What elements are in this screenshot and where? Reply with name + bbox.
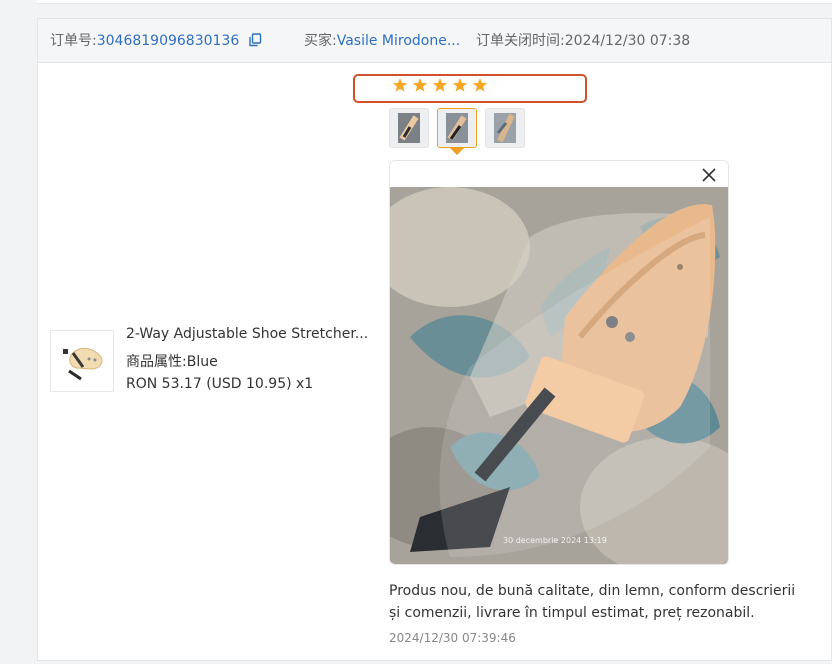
star-icon bbox=[392, 78, 408, 92]
product-price: RON 53.17 (USD 10.95) x1 bbox=[126, 376, 314, 392]
buyer-label: 买家: bbox=[304, 33, 337, 49]
buyer-name-link[interactable]: Vasile Mirodone... bbox=[337, 33, 460, 49]
star-rating bbox=[392, 77, 488, 93]
product-attribute: 商品属性:Blue bbox=[126, 354, 218, 370]
star-icon bbox=[412, 78, 428, 92]
close-icon[interactable] bbox=[700, 166, 718, 184]
review-timestamp: 2024/12/30 07:39:46 bbox=[389, 631, 516, 645]
review-thumbnail-1[interactable] bbox=[389, 108, 429, 148]
review-photo[interactable]: 30 decembrie 2024 13:19 bbox=[390, 187, 728, 565]
order-close-time: 订单关闭时间:2024/12/30 07:38 bbox=[476, 33, 691, 49]
order-header: 订单号:3046819096830136 买家:Vasile Mirodone.… bbox=[38, 19, 831, 63]
product-title[interactable]: 2-Way Adjustable Shoe Stretcher... bbox=[126, 326, 368, 342]
product-image[interactable] bbox=[50, 330, 114, 392]
review-text: Produs nou, de bună calitate, din lemn, … bbox=[389, 583, 796, 621]
review-thumbnail-3[interactable] bbox=[485, 108, 525, 148]
star-icon bbox=[452, 78, 468, 92]
star-icon bbox=[472, 78, 488, 92]
review-thumbnail-2[interactable] bbox=[437, 108, 477, 148]
order-number-label: 订单号: bbox=[50, 33, 97, 49]
active-thumbnail-pointer bbox=[450, 148, 464, 155]
svg-text:30 decembrie 2024 13:19: 30 decembrie 2024 13:19 bbox=[503, 536, 607, 545]
rating-highlight-box bbox=[353, 74, 587, 103]
order-number-group: 订单号:3046819096830136 bbox=[50, 32, 262, 50]
review-image-thumbnails bbox=[389, 108, 525, 148]
order-number-link[interactable]: 3046819096830136 bbox=[97, 33, 240, 49]
buyer-group: 买家:Vasile Mirodone... bbox=[304, 32, 460, 50]
order-review-card: 订单号:3046819096830136 买家:Vasile Mirodone.… bbox=[37, 18, 832, 661]
previous-card-edge bbox=[37, 0, 832, 4]
copy-icon[interactable] bbox=[248, 33, 262, 47]
star-icon bbox=[432, 78, 448, 92]
image-preview-popup: 30 decembrie 2024 13:19 bbox=[389, 160, 729, 565]
